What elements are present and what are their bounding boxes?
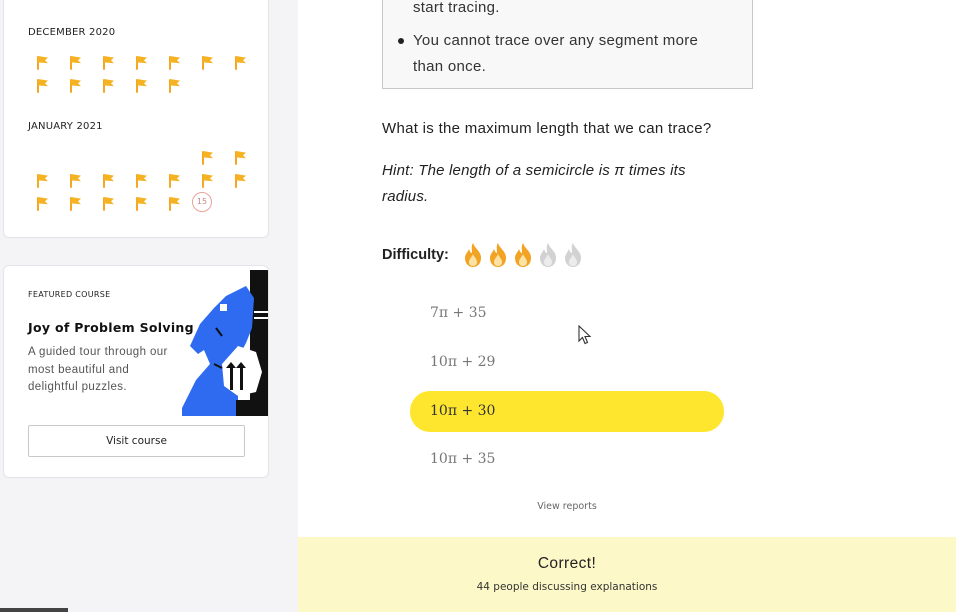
rule-line: start tracing.: [413, 0, 500, 16]
answer-option[interactable]: 10π + 35: [410, 439, 724, 480]
bullet-icon: [398, 38, 404, 44]
streak-flag-icon: [135, 78, 149, 94]
streak-calendar-card: DECEMBER 2020 JANUARY 2021 15: [3, 0, 269, 238]
month-label-january: JANUARY 2021: [28, 121, 103, 132]
streak-flag-icon: [102, 196, 116, 212]
scrollbar-indicator: [0, 608, 68, 612]
feedback-bar: Correct! 44 people discussing explanatio…: [298, 537, 956, 612]
flame-empty-icon: [540, 243, 556, 267]
rule-line: than once.: [413, 58, 487, 75]
view-reports-link[interactable]: View reports: [298, 501, 836, 512]
answer-option[interactable]: 7π + 35: [410, 293, 724, 334]
streak-flag-icon: [168, 196, 182, 212]
hint-text: Hint: The length of a semicircle is π ti…: [382, 162, 686, 205]
streak-flag-icon: [201, 55, 215, 71]
streak-flag-icon: [168, 78, 182, 94]
featured-course-card: FEATURED COURSE Joy of Problem Solving A…: [3, 265, 269, 478]
course-title[interactable]: Joy of Problem Solving: [28, 320, 194, 335]
streak-flag-icon: [168, 173, 182, 189]
streak-flag-icon: [201, 150, 215, 166]
visit-course-button[interactable]: Visit course: [28, 425, 245, 457]
today-day-circle: 15: [192, 192, 212, 212]
streak-flag-icon: [36, 55, 50, 71]
problem-panel: start tracing. You cannot trace over any…: [298, 0, 956, 537]
streak-flag-icon: [135, 55, 149, 71]
streak-flag-icon: [69, 78, 83, 94]
streak-flag-icon: [135, 196, 149, 212]
streak-flag-icon: [36, 78, 50, 94]
streak-flag-icon: [102, 173, 116, 189]
streak-flag-icon: [135, 173, 149, 189]
flame-filled-icon: [515, 243, 531, 267]
streak-flag-icon: [69, 55, 83, 71]
rule-line: You cannot trace over any segment more: [413, 32, 699, 49]
difficulty-label: Difficulty:: [382, 247, 449, 263]
answer-option-selected[interactable]: 10π + 30: [410, 391, 724, 432]
streak-flag-icon: [69, 173, 83, 189]
streak-flag-icon: [36, 173, 50, 189]
streak-flag-icon: [234, 150, 248, 166]
correct-status: Correct!: [537, 555, 597, 572]
flame-empty-icon: [565, 243, 581, 267]
answer-option[interactable]: 10π + 29: [410, 342, 724, 383]
month-label-december: DECEMBER 2020: [28, 27, 116, 38]
left-sidebar: DECEMBER 2020 JANUARY 2021 15 FEATURED C…: [0, 0, 298, 612]
chess-knight-art-icon: [182, 270, 268, 416]
streak-flag-icon: [168, 55, 182, 71]
streak-flag-icon: [234, 173, 248, 189]
streak-flag-icon: [102, 55, 116, 71]
discussion-link[interactable]: 44 people discussing explanations: [298, 581, 836, 593]
streak-flag-icon: [201, 173, 215, 189]
streak-flag-icon: [69, 196, 83, 212]
streak-flag-icon: [36, 196, 50, 212]
flame-filled-icon: [465, 243, 481, 267]
streak-flag-icon: [102, 78, 116, 94]
flame-filled-icon: [490, 243, 506, 267]
course-description: A guided tour through our most beautiful…: [28, 346, 168, 393]
featured-course-label: FEATURED COURSE: [28, 290, 111, 299]
mouse-pointer-icon: [578, 325, 592, 345]
streak-flag-icon: [234, 55, 248, 71]
rules-box: start tracing. You cannot trace over any…: [382, 0, 753, 89]
question-text: What is the maximum length that we can t…: [382, 120, 712, 137]
